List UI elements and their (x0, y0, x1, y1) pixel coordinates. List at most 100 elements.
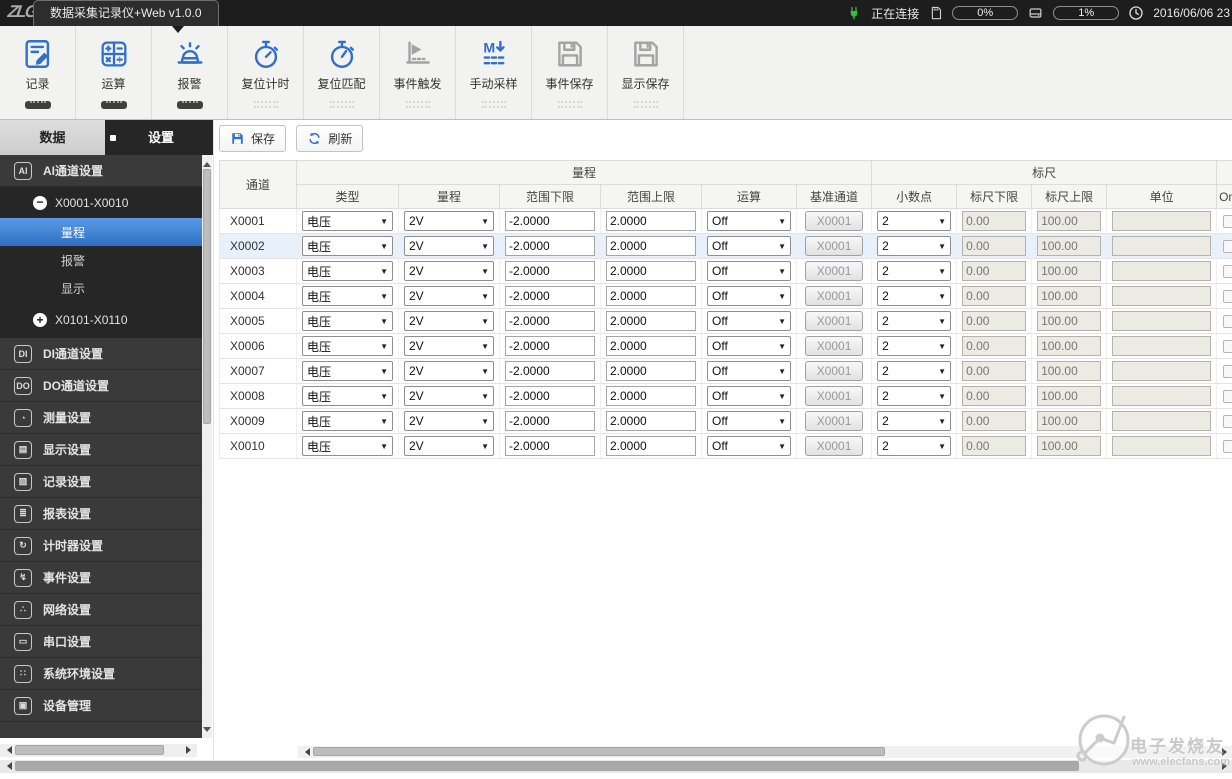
sidebar-item-do-channel[interactable]: DO DO通道设置 (0, 370, 202, 402)
save-button[interactable]: 保存 (219, 125, 287, 152)
range-low-input[interactable] (505, 211, 595, 231)
onoff-checkbox[interactable] (1223, 339, 1232, 353)
range-select[interactable]: 2V (404, 286, 494, 306)
decimal-select[interactable]: 2 (877, 436, 952, 456)
range-low-input[interactable] (505, 236, 595, 256)
sidebar-item-device-management[interactable]: ▣ 设备管理 (0, 690, 202, 722)
range-low-input[interactable] (505, 411, 595, 431)
type-select[interactable]: 电压 (302, 411, 393, 431)
range-low-input[interactable] (505, 286, 595, 306)
sidebar-group-x0001-x0010[interactable]: X0001-X0010 (0, 187, 202, 218)
refresh-button[interactable]: 刷新 (296, 125, 364, 152)
sidebar-vscroll-thumb[interactable] (203, 169, 211, 424)
type-select[interactable]: 电压 (302, 211, 393, 231)
sidebar-item-system-env-settings[interactable]: ∷ 系统环境设置 (0, 658, 202, 690)
sidebar-item-display[interactable]: 显示 (0, 274, 202, 302)
calc-select[interactable]: Off (707, 436, 791, 456)
calc-select[interactable]: Off (707, 286, 791, 306)
range-high-input[interactable] (606, 361, 696, 381)
range-select[interactable]: 2V (404, 386, 494, 406)
range-low-input[interactable] (505, 361, 595, 381)
sidebar-item-ai-channel[interactable]: AI AI通道设置 (0, 155, 202, 187)
calc-select[interactable]: Off (707, 236, 791, 256)
sidebar-item-event-settings[interactable]: ↯ 事件设置 (0, 562, 202, 594)
range-select[interactable]: 2V (404, 411, 494, 431)
sidebar-hscroll-thumb[interactable] (15, 745, 164, 755)
scroll-left-arrow[interactable] (3, 746, 12, 754)
range-high-input[interactable] (606, 436, 696, 456)
onoff-checkbox[interactable] (1223, 364, 1232, 378)
onoff-checkbox[interactable] (1223, 414, 1232, 428)
scroll-left-arrow[interactable] (3, 762, 12, 770)
range-select[interactable]: 2V (404, 311, 494, 331)
range-low-input[interactable] (505, 386, 595, 406)
range-high-input[interactable] (606, 386, 696, 406)
range-high-input[interactable] (606, 336, 696, 356)
sidebar-item-measure-settings[interactable]: ◔ 测量设置 (0, 402, 202, 434)
range-high-input[interactable] (606, 236, 696, 256)
range-select[interactable]: 2V (404, 361, 494, 381)
sidebar-horizontal-scrollbar[interactable] (0, 744, 197, 757)
manual-sample-button[interactable]: M 手动采样 (456, 26, 532, 119)
range-high-input[interactable] (606, 211, 696, 231)
scroll-down-arrow[interactable] (203, 727, 211, 736)
calc-select[interactable]: Off (707, 261, 791, 281)
onoff-checkbox[interactable] (1223, 239, 1232, 253)
range-low-input[interactable] (505, 336, 595, 356)
type-select[interactable]: 电压 (302, 236, 393, 256)
type-select[interactable]: 电压 (302, 361, 393, 381)
display-save-button[interactable]: 显示保存 (608, 26, 684, 119)
reset-match-button[interactable]: 复位匹配 (304, 26, 380, 119)
decimal-select[interactable]: 2 (877, 361, 952, 381)
calc-select[interactable]: Off (707, 311, 791, 331)
type-select[interactable]: 电压 (302, 311, 393, 331)
decimal-select[interactable]: 2 (877, 261, 952, 281)
onoff-checkbox[interactable] (1223, 214, 1232, 228)
range-low-input[interactable] (505, 261, 595, 281)
calc-select[interactable]: Off (707, 411, 791, 431)
expand-icon[interactable] (33, 313, 47, 327)
range-low-input[interactable] (505, 311, 595, 331)
range-high-input[interactable] (606, 261, 696, 281)
sidebar-vertical-scrollbar[interactable] (202, 155, 212, 738)
calc-select[interactable]: Off (707, 336, 791, 356)
decimal-select[interactable]: 2 (877, 286, 952, 306)
range-select[interactable]: 2V (404, 236, 494, 256)
calc-select[interactable]: Off (707, 361, 791, 381)
type-select[interactable]: 电压 (302, 386, 393, 406)
reset-timer-button[interactable]: 复位计时 (228, 26, 304, 119)
range-high-input[interactable] (606, 311, 696, 331)
decimal-select[interactable]: 2 (877, 236, 952, 256)
type-select[interactable]: 电压 (302, 436, 393, 456)
onoff-checkbox[interactable] (1223, 314, 1232, 328)
range-high-input[interactable] (606, 286, 696, 306)
type-select[interactable]: 电压 (302, 336, 393, 356)
decimal-select[interactable]: 2 (877, 386, 952, 406)
app-title-tab[interactable]: 数据采集记录仪+Web v1.0.0 (33, 0, 219, 26)
decimal-select[interactable]: 2 (877, 336, 952, 356)
onoff-checkbox[interactable] (1223, 289, 1232, 303)
range-select[interactable]: 2V (404, 436, 494, 456)
scroll-right-arrow[interactable] (186, 746, 195, 754)
tab-data[interactable]: 数据 (0, 120, 105, 155)
sidebar-item-range[interactable]: 量程 (0, 218, 202, 246)
table-hscroll-thumb[interactable] (313, 747, 885, 756)
page-hscroll-thumb[interactable] (15, 761, 1079, 771)
sidebar-item-record-settings[interactable]: ▨ 记录设置 (0, 466, 202, 498)
range-select[interactable]: 2V (404, 261, 494, 281)
decimal-select[interactable]: 2 (877, 311, 952, 331)
onoff-checkbox[interactable] (1223, 264, 1232, 278)
range-high-input[interactable] (606, 411, 696, 431)
sidebar-item-network-settings[interactable]: ∴ 网络设置 (0, 594, 202, 626)
type-select[interactable]: 电压 (302, 261, 393, 281)
scroll-left-arrow[interactable] (301, 748, 310, 756)
sidebar-group-x0101-x0110[interactable]: X0101-X0110 (0, 302, 202, 338)
range-low-input[interactable] (505, 436, 595, 456)
onoff-checkbox[interactable] (1223, 439, 1232, 453)
type-select[interactable]: 电压 (302, 286, 393, 306)
calc-select[interactable]: Off (707, 211, 791, 231)
collapse-icon[interactable] (33, 195, 47, 210)
onoff-checkbox[interactable] (1223, 389, 1232, 403)
scroll-up-arrow[interactable] (203, 158, 211, 167)
sidebar-item-alarm[interactable]: 报警 (0, 246, 202, 274)
